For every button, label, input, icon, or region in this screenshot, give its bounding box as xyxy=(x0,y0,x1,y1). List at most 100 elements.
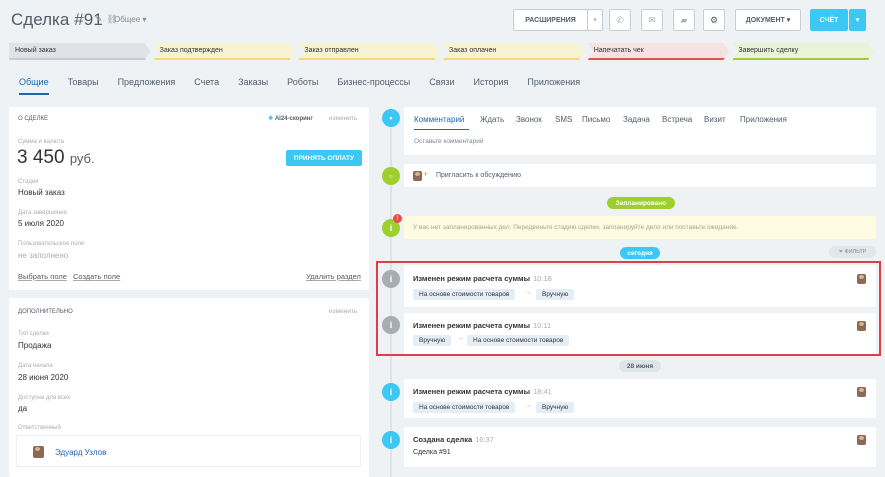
amount-label: Сумма и валюта xyxy=(18,139,64,145)
scoring-link[interactable]: ❖ AI24-скоринг xyxy=(268,115,313,122)
category-selector[interactable]: Общее ▾ xyxy=(114,15,146,24)
tab-9[interactable]: Приложения xyxy=(527,77,580,95)
avail-value: да xyxy=(18,404,28,413)
tab-8[interactable]: История xyxy=(474,77,509,95)
stage-color-bar xyxy=(588,58,730,60)
avatar xyxy=(857,387,866,397)
delete-section-link[interactable]: Удалить раздел xyxy=(306,272,361,281)
type-label: Тип сделки xyxy=(18,331,49,337)
avatar xyxy=(857,435,866,445)
created-card: Создана сделка 16:37 Сделка #91 xyxy=(404,427,876,467)
chat-icon[interactable]: ▰ xyxy=(673,9,695,31)
about-edit-link[interactable]: изменить xyxy=(329,115,357,122)
stage-color-bar xyxy=(732,58,874,60)
invoice-button[interactable]: СЧЁТ xyxy=(810,9,848,31)
tab-7[interactable]: Связи xyxy=(429,77,454,95)
stage-3[interactable]: Заказ оплачен xyxy=(443,43,585,60)
invoice-dropdown-icon[interactable]: ▾ xyxy=(849,9,866,31)
stage-color-bar xyxy=(443,58,585,60)
gear-icon[interactable]: ⚙ xyxy=(703,9,725,31)
to-tag: Вручную xyxy=(536,402,575,413)
invite-row[interactable]: + Пригласить к обсуждению xyxy=(404,164,876,187)
chat-bubble-icon: ▫ xyxy=(382,167,400,185)
stage-label: Завершить сделку xyxy=(738,47,799,54)
avail-label: Доступна для всех xyxy=(18,395,71,401)
no-plans-text: У вас нет запланированных дел. Передвинь… xyxy=(413,224,739,231)
from-tag: На основе стоимости товаров xyxy=(413,402,516,413)
close-date-value: 5 июля 2020 xyxy=(18,219,64,228)
extra-edit-link[interactable]: изменить xyxy=(329,308,357,315)
date-badge: 28 июня xyxy=(619,360,661,372)
stage-label: Напечатать чек xyxy=(593,47,644,54)
info-icon: i xyxy=(382,431,400,449)
stage-4[interactable]: Напечатать чек xyxy=(588,43,730,60)
timeline-tab-0[interactable]: Комментарий xyxy=(414,115,464,124)
timeline-tab-8[interactable]: Приложения xyxy=(740,115,787,124)
filter-button[interactable]: ⏷ ФИЛЬТР xyxy=(829,246,876,258)
event-title: Изменен режим расчета суммы 18:41 xyxy=(413,387,552,396)
scoring-icon: ❖ xyxy=(268,116,274,122)
timeline-tab-2[interactable]: Звонок xyxy=(516,115,542,124)
type-value: Продажа xyxy=(18,341,52,350)
stage-color-bar xyxy=(9,58,151,60)
tab-6[interactable]: Бизнес-процессы xyxy=(337,77,410,95)
create-field-link[interactable]: Создать поле xyxy=(73,272,120,281)
accept-payment-button[interactable]: ПРИНЯТЬ ОПЛАТУ xyxy=(286,150,362,166)
responsible-box[interactable]: Эдуард Узлов xyxy=(16,435,361,467)
edit-icon: ✎ xyxy=(95,14,103,24)
tab-0[interactable]: Общие xyxy=(19,77,49,95)
created-sub: Сделка #91 xyxy=(413,449,451,456)
responsible-label: Ответственный xyxy=(18,425,61,431)
extensions-dropdown-icon[interactable]: ▾ xyxy=(587,9,603,31)
avatar xyxy=(413,171,422,181)
phone-icon[interactable]: ✆ xyxy=(609,9,631,31)
no-plans-row: У вас нет запланированных дел. Передвинь… xyxy=(404,216,876,239)
filter-icon: ⏷ xyxy=(838,248,844,255)
avatar xyxy=(33,446,44,458)
stage-color-bar xyxy=(298,58,440,60)
mail-icon[interactable]: ✉ xyxy=(641,9,663,31)
responsible-name[interactable]: Эдуард Узлов xyxy=(55,448,106,457)
tab-2[interactable]: Предложения xyxy=(118,77,176,95)
start-value: 28 июня 2020 xyxy=(18,373,69,382)
stage-label: Заказ отправлен xyxy=(304,47,359,54)
comment-icon: ▪ xyxy=(382,109,400,127)
timeline-tab-7[interactable]: Визит xyxy=(704,115,726,124)
timeline-tab-6[interactable]: Встреча xyxy=(662,115,692,124)
planned-badge: Запланировано xyxy=(607,197,675,209)
timeline-tab-4[interactable]: Письмо xyxy=(582,115,610,124)
document-button[interactable]: ДОКУМЕНТ ▾ xyxy=(735,9,801,31)
stage-1[interactable]: Заказ подтвержден xyxy=(154,43,296,60)
active-tab-underline xyxy=(414,129,469,130)
timeline-tab-5[interactable]: Задача xyxy=(623,115,650,124)
invite-text: Пригласить к обсуждению xyxy=(436,172,522,179)
stage-value: Новый заказ xyxy=(18,188,65,197)
start-label: Дата начала xyxy=(18,363,53,369)
timeline-tab-1[interactable]: Ждать xyxy=(480,115,504,124)
info-icon: i xyxy=(382,383,400,401)
stage-color-bar xyxy=(154,58,296,60)
extensions-button[interactable]: РАСШИРЕНИЯ xyxy=(513,9,588,31)
extra-card: ДОПОЛНИТЕЛЬНО изменить Тип сделки Продаж… xyxy=(9,298,369,477)
main-tabs: Общие Товары Предложения Счета Заказы Роботы Б… xyxy=(19,77,599,95)
event-card: Изменен режим расчета суммы 18:41 На осно… xyxy=(404,379,876,418)
comment-input[interactable]: Оставьте комментарий xyxy=(414,138,484,145)
highlight-box xyxy=(376,261,881,356)
tab-3[interactable]: Счета xyxy=(194,77,219,95)
timeline-editor: Комментарий Ждать Звонок SMS Письмо Задача Вст… xyxy=(404,107,876,155)
stage-2[interactable]: Заказ отправлен xyxy=(298,43,440,60)
arrow-icon: → xyxy=(525,402,532,409)
amount-value: 3 450 руб. xyxy=(17,147,95,168)
stage-label: Заказ оплачен xyxy=(449,47,497,54)
custom-field-value: не заполнено xyxy=(18,251,69,260)
page-title: Сделка #91 xyxy=(11,10,103,29)
stage-label: Заказ подтвержден xyxy=(159,47,223,54)
tab-1[interactable]: Товары xyxy=(68,77,99,95)
stage-0[interactable]: Новый заказ xyxy=(9,43,151,60)
tab-5[interactable]: Роботы xyxy=(287,77,318,95)
stage-label: Новый заказ xyxy=(15,47,56,54)
tab-4[interactable]: Заказы xyxy=(238,77,268,95)
timeline-tab-3[interactable]: SMS xyxy=(555,115,572,124)
select-field-link[interactable]: Выбрать поле xyxy=(18,272,67,281)
stage-5[interactable]: Завершить сделку xyxy=(732,43,874,60)
